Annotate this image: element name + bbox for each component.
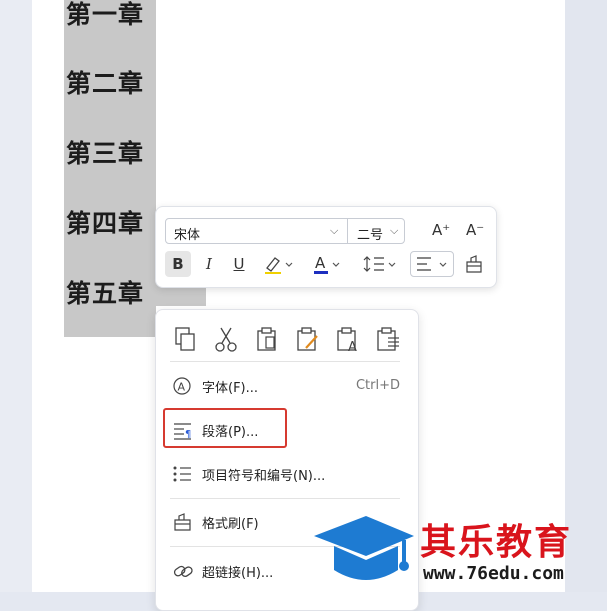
font-color-icon: A: [314, 254, 340, 274]
chapter-heading-3[interactable]: 第三章: [66, 139, 144, 169]
align-left-icon: [417, 257, 447, 271]
chapter-heading-1[interactable]: 第一章: [66, 0, 144, 30]
paste-special-icon[interactable]: [377, 327, 399, 351]
format-painter-icon: [172, 512, 196, 532]
svg-text:A: A: [315, 254, 326, 272]
line-spacing-button[interactable]: [361, 251, 399, 277]
italic-button[interactable]: I: [198, 251, 220, 277]
paste-format-icon[interactable]: [297, 327, 318, 351]
watermark-title: 其乐教育: [420, 522, 573, 563]
chapter-heading-2[interactable]: 第二章: [66, 69, 144, 99]
menu-item-label: 超链接(H)...: [202, 565, 274, 581]
chapter-heading-4[interactable]: 第四章: [66, 209, 144, 239]
menu-item-label: 字体(F)...: [202, 380, 259, 396]
format-painter-button[interactable]: [462, 251, 486, 277]
menu-item-label: 项目符号和编号(N)...: [202, 468, 326, 484]
chevron-down-icon[interactable]: ⌵: [330, 224, 338, 238]
svg-text:A: A: [348, 340, 357, 354]
shrink-font-icon[interactable]: A⁻: [466, 221, 484, 239]
menu-item-hyperlink[interactable]: 超链接(H)...: [172, 559, 273, 583]
bold-button[interactable]: B: [165, 251, 191, 277]
copy-icon[interactable]: [175, 327, 195, 351]
menu-item-bullets-numbering[interactable]: 项目符号和编号(N)...: [172, 462, 325, 486]
right-gutter: [565, 0, 607, 592]
watermark-url: www.76edu.com: [423, 563, 564, 584]
mini-toolbar: 宋体 ⌵ 二号 ⌵ A⁺ A⁻ B I U A: [155, 206, 497, 288]
grow-font-icon[interactable]: A⁺: [432, 221, 450, 239]
menu-item-format-painter[interactable]: 格式刷(F): [172, 510, 259, 534]
chevron-down-icon[interactable]: ⌵: [390, 224, 398, 238]
underline-button[interactable]: U: [228, 251, 250, 277]
left-gutter: [0, 0, 32, 592]
highlight-box: [163, 408, 287, 448]
svg-text:A: A: [178, 381, 186, 394]
bold-label: B: [172, 255, 184, 273]
menu-divider: [170, 498, 400, 499]
font-circle-icon: A: [172, 376, 196, 396]
menu-item-label: 格式刷(F): [202, 516, 259, 532]
cut-icon[interactable]: [215, 327, 237, 352]
line-spacing-icon: [363, 256, 396, 272]
paste-icon[interactable]: [257, 327, 276, 351]
highlight-color-button[interactable]: [260, 251, 296, 277]
italic-label: I: [206, 255, 212, 273]
highlighter-icon: [265, 257, 293, 274]
font-color-button[interactable]: A: [310, 251, 346, 277]
format-painter-icon: [466, 255, 482, 273]
paste-text-icon[interactable]: A: [337, 327, 357, 354]
font-name-value: 宋体: [174, 228, 201, 243]
divider: [347, 219, 348, 243]
font-selector[interactable]: 宋体 ⌵ 二号 ⌵: [165, 218, 405, 244]
chapter-heading-5[interactable]: 第五章: [66, 279, 144, 309]
align-button[interactable]: [410, 251, 454, 277]
underline-label: U: [233, 255, 245, 273]
clipboard-icons-row: A: [175, 327, 399, 354]
bullet-list-icon: [172, 464, 196, 484]
font-size-value[interactable]: 二号: [357, 224, 383, 243]
menu-divider: [170, 361, 400, 362]
shortcut-label: Ctrl+D: [355, 378, 400, 393]
graduation-cap-icon: [314, 516, 414, 580]
link-icon: [172, 561, 196, 581]
